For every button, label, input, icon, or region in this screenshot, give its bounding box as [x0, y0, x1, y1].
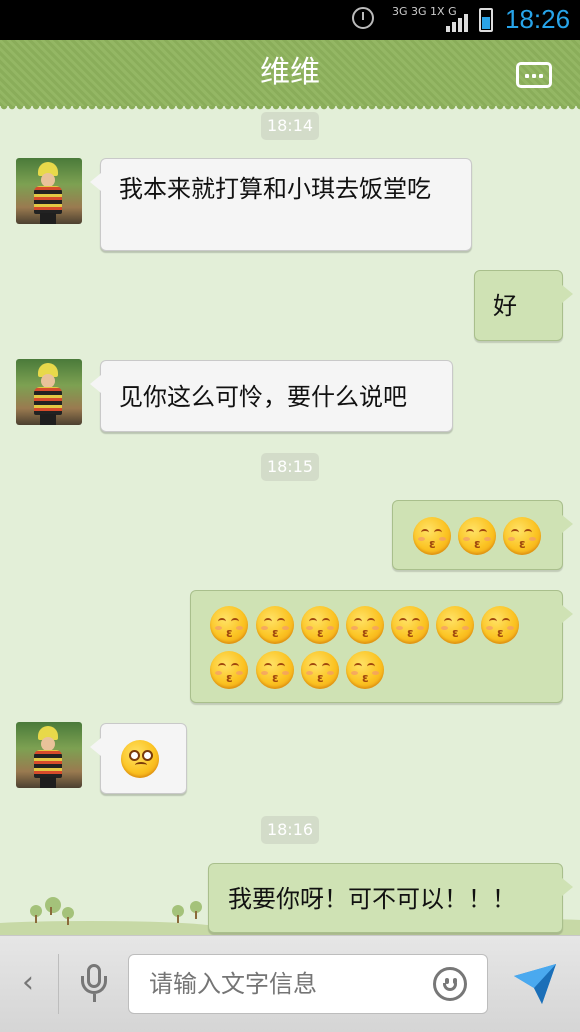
kiss-emoji-icon: ε: [256, 606, 294, 644]
kiss-emoji-icon: ε: [436, 606, 474, 644]
avatar[interactable]: [16, 359, 82, 425]
timestamp: 18:15: [261, 453, 319, 481]
back-arrow-icon[interactable]: ‹: [22, 966, 34, 1000]
thinking-emoji-icon: [121, 740, 159, 778]
chat-title: 维维: [260, 55, 320, 90]
timestamp: 18:16: [261, 816, 319, 844]
kiss-emoji-icon: ε: [210, 606, 248, 644]
message-text: 我本来就打算和小琪去饭堂吃: [119, 175, 431, 203]
message-text: 好: [493, 292, 517, 320]
kiss-emoji-icon: ε: [481, 606, 519, 644]
received-message-bubble[interactable]: 我本来就打算和小琪去饭堂吃: [90, 158, 472, 251]
send-icon[interactable]: [512, 962, 558, 1006]
status-bar: 3G 3G 1X G 18:26: [0, 0, 580, 40]
sent-message-bubble[interactable]: 好: [474, 270, 573, 341]
microphone-icon[interactable]: [78, 964, 110, 1004]
kiss-emoji-icon: ε: [346, 606, 384, 644]
kiss-emoji-icon: ε: [346, 651, 384, 689]
kiss-emoji-icon: ε: [256, 651, 294, 689]
alarm-icon: [352, 7, 374, 29]
input-bar: ‹: [0, 935, 580, 1032]
avatar[interactable]: [16, 158, 82, 224]
kiss-emoji-icon: ε: [210, 651, 248, 689]
title-bar: 维维: [0, 40, 580, 112]
timestamp: 18:14: [261, 112, 319, 140]
kiss-emoji-icon: ε: [458, 517, 496, 555]
signal-icon: [446, 12, 470, 32]
kiss-emoji-icon: ε: [503, 517, 541, 555]
more-options-button[interactable]: [516, 62, 552, 88]
sent-message-bubble[interactable]: 我要你呀！可不可以！！！: [208, 863, 573, 933]
kiss-emoji-icon: ε: [413, 517, 451, 555]
received-message-bubble[interactable]: 见你这么可怜，要什么说吧: [90, 360, 453, 432]
sent-emoji-bubble[interactable]: ε ε ε: [392, 500, 573, 570]
message-text: 我要你呀！可不可以！！！: [228, 885, 516, 913]
message-text: 见你这么可怜，要什么说吧: [119, 383, 407, 411]
kiss-emoji-icon: ε: [301, 606, 339, 644]
battery-icon: [479, 8, 493, 32]
divider: [58, 954, 59, 1014]
avatar[interactable]: [16, 722, 82, 788]
kiss-emoji-icon: ε: [301, 651, 339, 689]
kiss-emoji-icon: ε: [391, 606, 429, 644]
emoji-picker-icon[interactable]: [433, 967, 467, 1001]
sent-emoji-bubble[interactable]: ε ε ε ε ε ε ε ε ε ε ε: [190, 590, 573, 703]
status-time: 18:26: [505, 4, 571, 34]
received-emoji-bubble[interactable]: [90, 723, 187, 794]
